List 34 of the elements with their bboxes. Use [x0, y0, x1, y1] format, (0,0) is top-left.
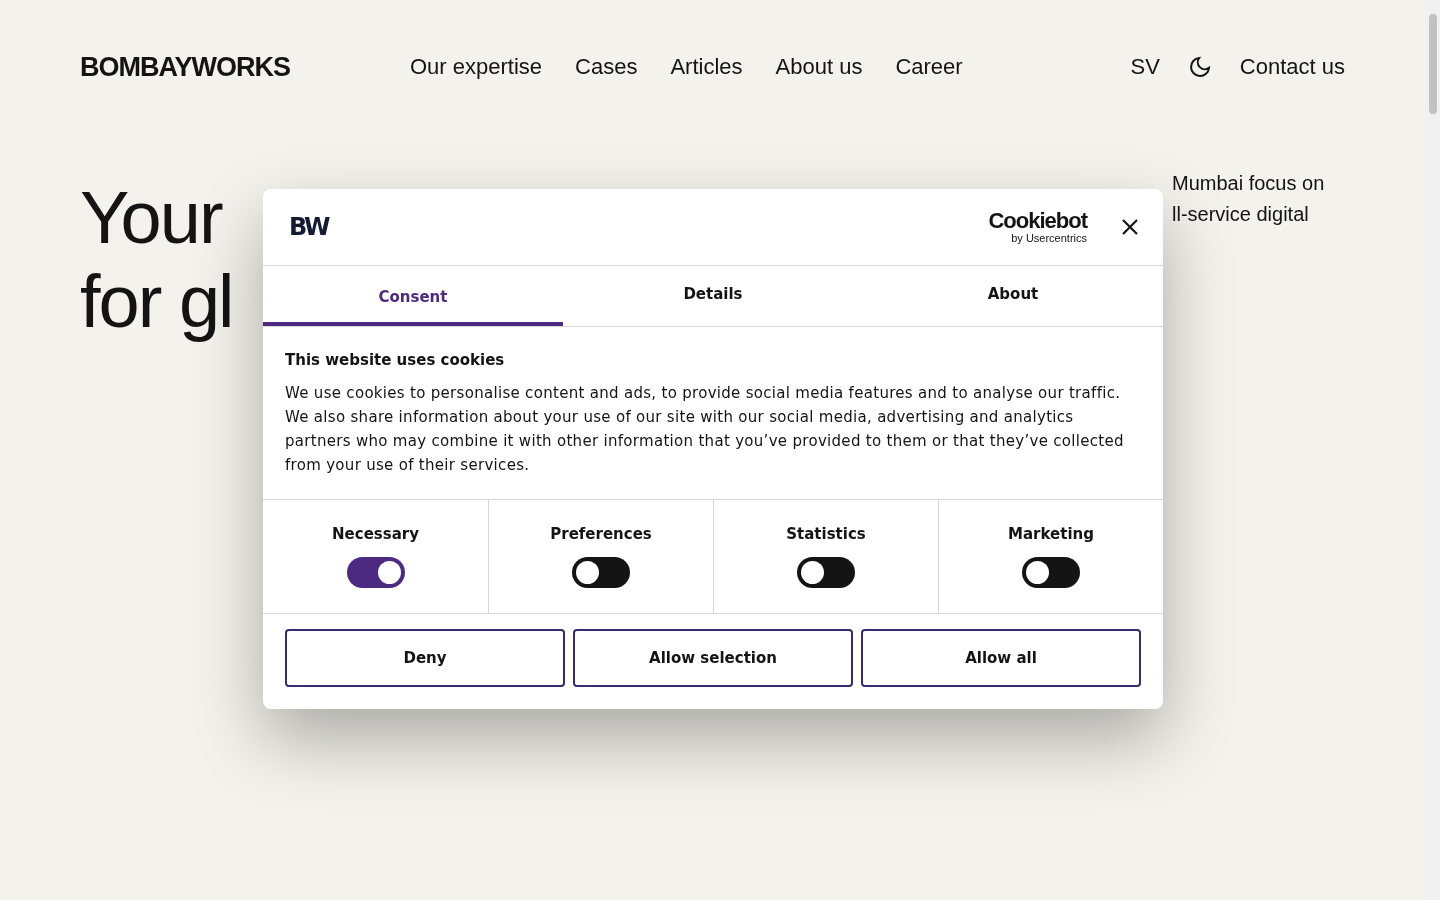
consent-button[interactable]: Allow all: [861, 629, 1141, 687]
close-button[interactable]: [1121, 218, 1139, 236]
intro-text: ll-service digital: [1172, 203, 1309, 225]
dialog-heading: This website uses cookies: [285, 351, 506, 369]
nav-link[interactable]: About us: [775, 54, 863, 80]
toggle-switch[interactable]: [797, 557, 855, 588]
dialog-text: We use cookies to personalise content and ads, to provide social media features and to analyse our traffic. We also share information about your use of our site with our social media, advertising and analytics partners who may combine it with other information that you’ve provided to them or that they’ve collected from your use of their services.: [285, 383, 1125, 476]
nav-link[interactable]: Our expertise: [410, 54, 543, 80]
moon-icon[interactable]: [1187, 55, 1212, 79]
site-logo[interactable]: BOMBAYWORKS: [80, 51, 410, 83]
nav-link[interactable]: Career: [895, 54, 963, 80]
toggle-switch[interactable]: [572, 557, 630, 588]
dialog-tab[interactable]: About: [863, 266, 1163, 326]
hero-heading: for gl: [80, 260, 233, 343]
contact-link[interactable]: Contact us: [1239, 54, 1345, 80]
hero-heading: Your: [80, 176, 222, 259]
category-label: Marketing: [1008, 525, 1094, 543]
toggle-switch[interactable]: [1022, 557, 1080, 588]
scrollbar[interactable]: [1425, 0, 1440, 900]
nav-link[interactable]: Cases: [575, 54, 638, 80]
language-link[interactable]: SV: [1130, 54, 1160, 80]
toggle-switch[interactable]: [346, 557, 405, 588]
brand-tagline: by Usercentrics: [1011, 232, 1087, 244]
dialog-logo: BW: [289, 213, 330, 241]
consent-button[interactable]: Deny: [285, 629, 565, 687]
intro-text: Mumbai focus on: [1172, 172, 1325, 194]
category-label: Necessary: [332, 525, 419, 543]
nav-link[interactable]: Articles: [670, 54, 743, 80]
brand-name: Cookiebot: [988, 210, 1087, 232]
category-label: Statistics: [786, 525, 866, 543]
category-label: Preferences: [550, 525, 652, 543]
consent-button[interactable]: Allow selection: [573, 629, 853, 687]
dialog-tab[interactable]: Consent: [263, 266, 563, 326]
dialog-tab[interactable]: Details: [563, 266, 863, 326]
